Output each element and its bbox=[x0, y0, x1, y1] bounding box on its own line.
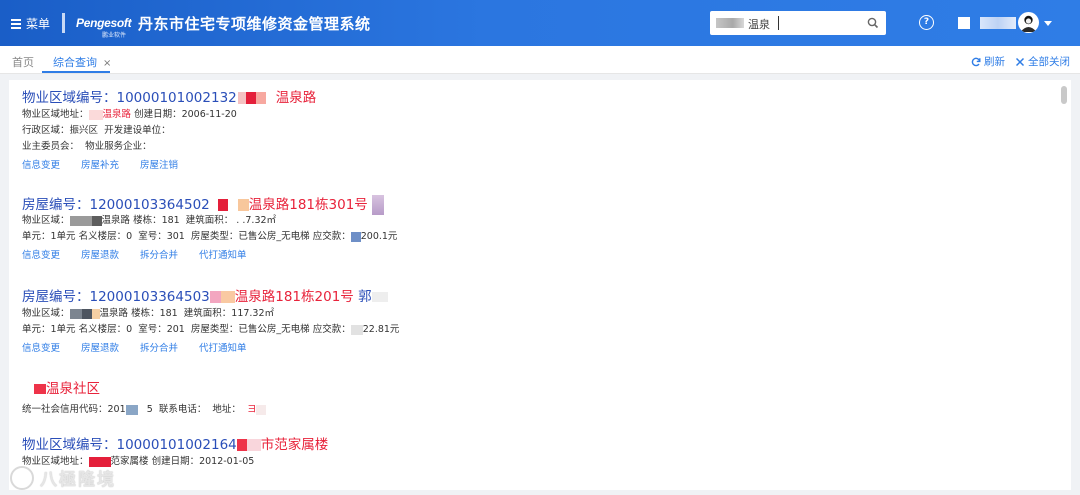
refresh-button[interactable]: 刷新 bbox=[971, 54, 1005, 69]
results-panel: 物业区域编号：10000101002132 温泉路 物业区域地址： 温泉路 创建日期… bbox=[9, 80, 1071, 490]
action-link[interactable]: 拆分合并 bbox=[140, 343, 178, 354]
user-badge bbox=[958, 17, 970, 29]
result-record: 房屋编号：12000103364503 温泉路181栋201号 郭 物业区域： 温泉… bbox=[22, 288, 399, 357]
tab-home[interactable]: 首页 bbox=[12, 54, 34, 70]
scrollbar-thumb[interactable] bbox=[1061, 86, 1067, 104]
record-title[interactable]: 物业区域编号：10000101002132 温泉路 bbox=[22, 89, 316, 107]
refresh-label: 刷新 bbox=[984, 56, 1005, 68]
avatar[interactable] bbox=[1018, 12, 1039, 33]
tab-close-icon[interactable]: × bbox=[103, 58, 111, 69]
system-title: 丹东市住宅专项维修资金管理系统 bbox=[138, 15, 371, 33]
scrollbar[interactable] bbox=[1059, 82, 1067, 488]
action-link[interactable]: 代打通知单 bbox=[199, 343, 247, 354]
top-header: 菜单 Pengesoft 鹏业软件 丹东市住宅专项维修资金管理系统 温泉 ? bbox=[0, 0, 1080, 46]
record-actions: 信息变更 房屋退款 拆分合并 代打通知单 bbox=[22, 248, 397, 264]
redacted-block bbox=[716, 18, 744, 28]
watermark-logo-icon bbox=[10, 465, 34, 490]
result-record: 物业区域编号：10000101002132 温泉路 物业区域地址： 温泉路 创建日期… bbox=[22, 89, 316, 174]
record-line: 业主委员会： 物业服务企业： bbox=[22, 141, 152, 152]
text-cursor bbox=[778, 16, 779, 30]
record-actions: 信息变更 房屋补充 房屋注销 bbox=[22, 158, 316, 174]
tab-bar: 首页 综合查询 × 刷新 全部关闭 bbox=[0, 46, 1080, 74]
question-circle-icon[interactable]: ? bbox=[919, 15, 934, 30]
action-link[interactable]: 房屋注销 bbox=[140, 160, 178, 171]
record-line: 行政区域：振兴区 开发建设单位： bbox=[22, 125, 171, 136]
record-line: 物业区域地址： 温泉路 创建日期：2006-11-20 bbox=[22, 109, 237, 120]
menu-label: 菜单 bbox=[26, 17, 51, 31]
action-link[interactable]: 房屋补充 bbox=[81, 160, 119, 171]
search-box[interactable]: 温泉 bbox=[710, 11, 886, 35]
close-all-label: 全部关闭 bbox=[1028, 56, 1070, 68]
record-line: 单元：1单元 名义楼层：0 室号：201 房屋类型：已售公房_无电梯 应交款： 2… bbox=[22, 324, 400, 335]
result-record: 温泉社区 统一社会信用代码：201 5 联系电话： 地址： ヨ bbox=[22, 380, 267, 418]
record-line: 物业区域： 温泉路 楼栋：181 建筑面积：117.32㎡ bbox=[22, 308, 275, 319]
search-input-value[interactable]: 温泉 bbox=[748, 16, 770, 32]
record-title[interactable]: 温泉社区 bbox=[22, 380, 266, 398]
action-link[interactable]: 房屋退款 bbox=[81, 343, 119, 354]
chevron-down-icon[interactable] bbox=[1044, 21, 1052, 26]
action-link[interactable]: 拆分合并 bbox=[140, 250, 178, 261]
action-link[interactable]: 信息变更 bbox=[22, 343, 60, 354]
refresh-icon bbox=[971, 57, 981, 66]
record-line: 单元：1单元 名义楼层：0 室号：301 房屋类型：已售公房_无电梯 应交款： 2… bbox=[22, 231, 398, 242]
watermark-text: 八極隆境 bbox=[40, 470, 116, 490]
record-title[interactable]: 物业区域编号：10000101002164 市范家属楼 bbox=[22, 436, 328, 454]
close-all-button[interactable]: 全部关闭 bbox=[1015, 54, 1070, 69]
tab-label: 综合查询 bbox=[53, 56, 97, 69]
action-link[interactable]: 信息变更 bbox=[22, 160, 60, 171]
record-line: 统一社会信用代码：201 5 联系电话： 地址： ヨ bbox=[22, 402, 267, 418]
hamburger-icon bbox=[11, 19, 21, 29]
username-redacted[interactable] bbox=[980, 17, 1016, 29]
logo-subtext: 鹏业软件 bbox=[102, 32, 127, 39]
record-actions: 信息变更 房屋退款 拆分合并 代打通知单 bbox=[22, 341, 399, 357]
tab-comprehensive-query[interactable]: 综合查询 × bbox=[53, 54, 111, 70]
close-icon bbox=[1015, 57, 1025, 66]
record-title[interactable]: 房屋编号：12000103364503 温泉路181栋201号 郭 bbox=[22, 288, 399, 306]
menu-button[interactable]: 菜单 bbox=[11, 15, 50, 32]
result-record: 房屋编号：12000103364502 温泉路181栋301号 物业区域： 温泉路 … bbox=[22, 195, 397, 264]
search-icon[interactable] bbox=[866, 16, 880, 30]
record-line: 物业区域： 温泉路 楼栋：181 建筑面积： . .7.32㎡ bbox=[22, 215, 277, 226]
action-link[interactable]: 代打通知单 bbox=[199, 250, 247, 261]
action-link[interactable]: 信息变更 bbox=[22, 250, 60, 261]
record-title[interactable]: 房屋编号：12000103364502 温泉路181栋301号 bbox=[22, 195, 397, 215]
active-tab-indicator bbox=[42, 71, 110, 73]
watermark: 八極隆境 bbox=[10, 465, 116, 490]
action-link[interactable]: 房屋退款 bbox=[81, 250, 119, 261]
pengesoft-logo: Pengesoft 鹏业软件 bbox=[62, 11, 132, 39]
logo-text: Pengesoft bbox=[76, 16, 132, 30]
